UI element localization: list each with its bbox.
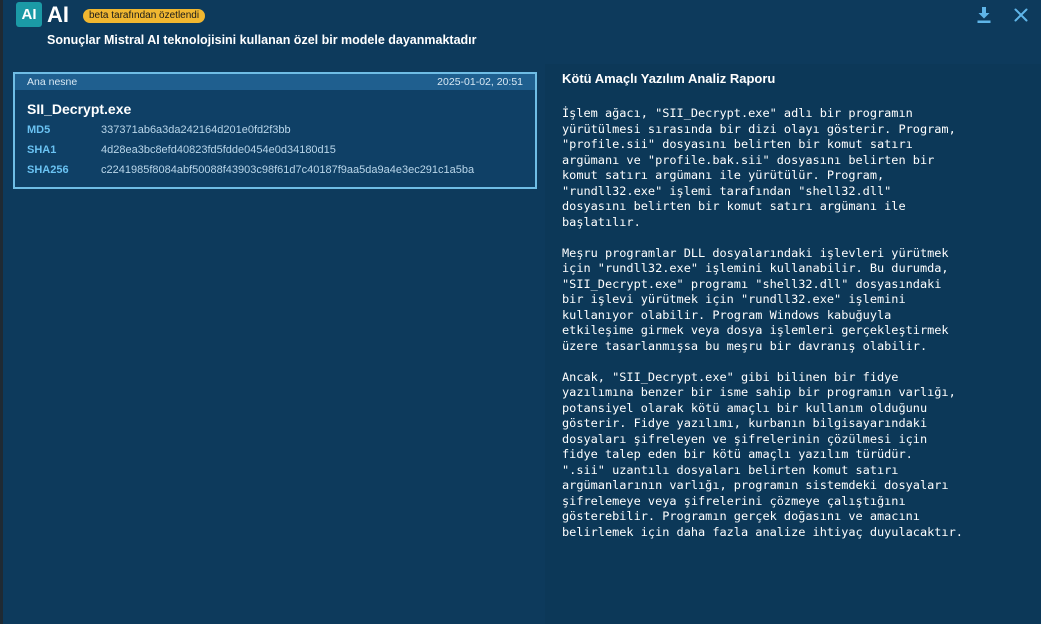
- download-icon: [977, 7, 991, 23]
- ai-summary-header: AI AI beta tarafından özetlendi Sonuçlar…: [3, 0, 1041, 64]
- panel-subtitle: Sonuçlar Mistral AI teknolojisini kullan…: [47, 33, 477, 47]
- report-paragraph: Meşru programlar DLL dosyalarındaki işle…: [562, 245, 949, 353]
- hash-value[interactable]: c2241985f8084abf50088f43903c98f61d7c4018…: [101, 164, 474, 176]
- hash-value[interactable]: 337371ab6a3da242164d201e0fd2f3bb: [101, 124, 291, 136]
- hash-label: SHA1: [27, 144, 57, 156]
- hash-label: MD5: [27, 124, 51, 136]
- hash-row-sha1: SHA1 4d28ea3bc8efd40823fd5fdde0454e0d3418…: [27, 144, 336, 156]
- file-name: SII_Decrypt.exe: [27, 101, 132, 117]
- download-button[interactable]: [974, 5, 994, 25]
- close-icon: [1014, 8, 1028, 22]
- hash-label: SHA256: [27, 164, 69, 176]
- hash-value[interactable]: 4d28ea3bc8efd40823fd5fdde0454e0d34180d15: [101, 144, 336, 156]
- report-paragraph: Ancak, "SII_Decrypt.exe" gibi bilinen bi…: [562, 369, 963, 539]
- close-button[interactable]: [1011, 5, 1031, 25]
- panel-title: AI: [47, 2, 69, 27]
- hash-row-md5: MD5 337371ab6a3da242164d201e0fd2f3bb: [27, 124, 291, 136]
- main-object-card[interactable]: Ana nesne 2025-01-02, 20:51 SII_Decrypt.…: [13, 72, 537, 189]
- report-paragraph: İşlem ağacı, "SII_Decrypt.exe" adlı bir …: [562, 106, 956, 229]
- report-panel: Kötü Amaçlı Yazılım Analiz Raporu İşlem …: [545, 64, 1041, 624]
- ai-logo-icon: AI: [16, 2, 42, 27]
- object-label: Ana nesne: [27, 76, 78, 88]
- report-body: İşlem ağacı, "SII_Decrypt.exe" adlı bir …: [562, 106, 1022, 556]
- hash-row-sha256: SHA256 c2241985f8084abf50088f43903c98f61d…: [27, 164, 474, 176]
- report-title: Kötü Amaçlı Yazılım Analiz Raporu: [562, 71, 776, 86]
- object-timestamp: 2025-01-02, 20:51: [437, 76, 523, 88]
- beta-badge: beta tarafından özetlendi: [83, 9, 206, 23]
- object-panel: Ana nesne 2025-01-02, 20:51 SII_Decrypt.…: [3, 64, 543, 624]
- card-header: Ana nesne 2025-01-02, 20:51: [15, 74, 535, 90]
